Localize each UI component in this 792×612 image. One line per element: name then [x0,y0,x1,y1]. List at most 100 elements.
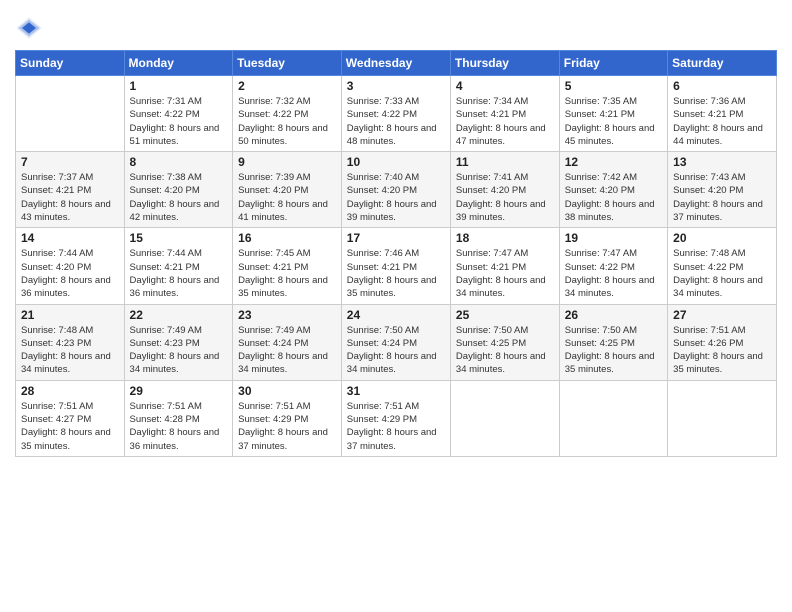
calendar-cell: 18 Sunrise: 7:47 AMSunset: 4:21 PMDayligh… [450,228,559,304]
day-number: 26 [565,308,662,322]
day-info: Sunrise: 7:48 AMSunset: 4:22 PMDaylight:… [673,247,771,300]
day-number: 22 [130,308,228,322]
calendar-cell [450,380,559,456]
day-number: 7 [21,155,119,169]
day-info: Sunrise: 7:46 AMSunset: 4:21 PMDaylight:… [347,247,445,300]
day-number: 1 [130,79,228,93]
day-info: Sunrise: 7:47 AMSunset: 4:21 PMDaylight:… [456,247,554,300]
day-info: Sunrise: 7:51 AMSunset: 4:27 PMDaylight:… [21,400,119,453]
day-number: 27 [673,308,771,322]
calendar-cell: 21 Sunrise: 7:48 AMSunset: 4:23 PMDayligh… [16,304,125,380]
day-info: Sunrise: 7:32 AMSunset: 4:22 PMDaylight:… [238,95,336,148]
day-number: 6 [673,79,771,93]
calendar-cell: 23 Sunrise: 7:49 AMSunset: 4:24 PMDayligh… [233,304,342,380]
day-number: 11 [456,155,554,169]
calendar-cell: 4 Sunrise: 7:34 AMSunset: 4:21 PMDaylight… [450,76,559,152]
logo [15,14,47,42]
weekday-header-row: SundayMondayTuesdayWednesdayThursdayFrid… [16,51,777,76]
day-info: Sunrise: 7:36 AMSunset: 4:21 PMDaylight:… [673,95,771,148]
calendar-cell: 2 Sunrise: 7:32 AMSunset: 4:22 PMDaylight… [233,76,342,152]
calendar-cell: 14 Sunrise: 7:44 AMSunset: 4:20 PMDayligh… [16,228,125,304]
calendar-cell: 15 Sunrise: 7:44 AMSunset: 4:21 PMDayligh… [124,228,233,304]
calendar-cell: 17 Sunrise: 7:46 AMSunset: 4:21 PMDayligh… [341,228,450,304]
day-info: Sunrise: 7:41 AMSunset: 4:20 PMDaylight:… [456,171,554,224]
day-info: Sunrise: 7:42 AMSunset: 4:20 PMDaylight:… [565,171,662,224]
day-info: Sunrise: 7:39 AMSunset: 4:20 PMDaylight:… [238,171,336,224]
calendar-week-row: 1 Sunrise: 7:31 AMSunset: 4:22 PMDaylight… [16,76,777,152]
day-number: 10 [347,155,445,169]
calendar-cell: 26 Sunrise: 7:50 AMSunset: 4:25 PMDayligh… [559,304,667,380]
weekday-header-tuesday: Tuesday [233,51,342,76]
day-info: Sunrise: 7:49 AMSunset: 4:24 PMDaylight:… [238,324,336,377]
day-info: Sunrise: 7:45 AMSunset: 4:21 PMDaylight:… [238,247,336,300]
calendar-cell: 10Sunrise: 7:40 AMSunset: 4:20 PMDayligh… [341,152,450,228]
logo-icon [15,14,43,42]
calendar-cell: 3 Sunrise: 7:33 AMSunset: 4:22 PMDaylight… [341,76,450,152]
weekday-header-saturday: Saturday [668,51,777,76]
calendar-week-row: 21 Sunrise: 7:48 AMSunset: 4:23 PMDayligh… [16,304,777,380]
day-number: 31 [347,384,445,398]
day-number: 17 [347,231,445,245]
day-number: 24 [347,308,445,322]
calendar-cell: 31 Sunrise: 7:51 AMSunset: 4:29 PMDayligh… [341,380,450,456]
calendar-cell: 20 Sunrise: 7:48 AMSunset: 4:22 PMDayligh… [668,228,777,304]
day-number: 23 [238,308,336,322]
day-number: 21 [21,308,119,322]
calendar-cell: 5Sunrise: 7:35 AMSunset: 4:21 PMDaylight… [559,76,667,152]
day-number: 5 [565,79,662,93]
day-number: 12 [565,155,662,169]
day-info: Sunrise: 7:50 AMSunset: 4:25 PMDaylight:… [565,324,662,377]
calendar-cell [668,380,777,456]
weekday-header-wednesday: Wednesday [341,51,450,76]
day-info: Sunrise: 7:47 AMSunset: 4:22 PMDaylight:… [565,247,662,300]
day-info: Sunrise: 7:50 AMSunset: 4:25 PMDaylight:… [456,324,554,377]
calendar-table: SundayMondayTuesdayWednesdayThursdayFrid… [15,50,777,457]
calendar-cell: 19Sunrise: 7:47 AMSunset: 4:22 PMDayligh… [559,228,667,304]
calendar-cell: 22Sunrise: 7:49 AMSunset: 4:23 PMDayligh… [124,304,233,380]
day-info: Sunrise: 7:44 AMSunset: 4:21 PMDaylight:… [130,247,228,300]
calendar-cell: 8Sunrise: 7:38 AMSunset: 4:20 PMDaylight… [124,152,233,228]
day-number: 4 [456,79,554,93]
calendar-cell [559,380,667,456]
day-info: Sunrise: 7:51 AMSunset: 4:28 PMDaylight:… [130,400,228,453]
day-info: Sunrise: 7:38 AMSunset: 4:20 PMDaylight:… [130,171,228,224]
day-number: 20 [673,231,771,245]
day-info: Sunrise: 7:37 AMSunset: 4:21 PMDaylight:… [21,171,119,224]
day-info: Sunrise: 7:51 AMSunset: 4:29 PMDaylight:… [347,400,445,453]
calendar-cell: 6 Sunrise: 7:36 AMSunset: 4:21 PMDaylight… [668,76,777,152]
day-number: 29 [130,384,228,398]
calendar-cell: 16Sunrise: 7:45 AMSunset: 4:21 PMDayligh… [233,228,342,304]
day-number: 28 [21,384,119,398]
weekday-header-sunday: Sunday [16,51,125,76]
calendar-cell: 13Sunrise: 7:43 AMSunset: 4:20 PMDayligh… [668,152,777,228]
day-number: 15 [130,231,228,245]
calendar-cell: 25Sunrise: 7:50 AMSunset: 4:25 PMDayligh… [450,304,559,380]
day-number: 18 [456,231,554,245]
calendar-cell: 1 Sunrise: 7:31 AMSunset: 4:22 PMDaylight… [124,76,233,152]
calendar-cell: 30 Sunrise: 7:51 AMSunset: 4:29 PMDayligh… [233,380,342,456]
day-info: Sunrise: 7:34 AMSunset: 4:21 PMDaylight:… [456,95,554,148]
calendar-cell: 27 Sunrise: 7:51 AMSunset: 4:26 PMDayligh… [668,304,777,380]
weekday-header-friday: Friday [559,51,667,76]
day-info: Sunrise: 7:48 AMSunset: 4:23 PMDaylight:… [21,324,119,377]
calendar-cell: 9Sunrise: 7:39 AMSunset: 4:20 PMDaylight… [233,152,342,228]
calendar-cell: 7 Sunrise: 7:37 AMSunset: 4:21 PMDaylight… [16,152,125,228]
day-number: 30 [238,384,336,398]
day-info: Sunrise: 7:43 AMSunset: 4:20 PMDaylight:… [673,171,771,224]
day-info: Sunrise: 7:51 AMSunset: 4:29 PMDaylight:… [238,400,336,453]
day-number: 2 [238,79,336,93]
weekday-header-monday: Monday [124,51,233,76]
day-info: Sunrise: 7:51 AMSunset: 4:26 PMDaylight:… [673,324,771,377]
calendar-cell: 29 Sunrise: 7:51 AMSunset: 4:28 PMDayligh… [124,380,233,456]
calendar-week-row: 28 Sunrise: 7:51 AMSunset: 4:27 PMDayligh… [16,380,777,456]
day-info: Sunrise: 7:50 AMSunset: 4:24 PMDaylight:… [347,324,445,377]
page-header [15,10,777,42]
calendar-cell [16,76,125,152]
weekday-header-thursday: Thursday [450,51,559,76]
calendar-cell: 28 Sunrise: 7:51 AMSunset: 4:27 PMDayligh… [16,380,125,456]
day-number: 14 [21,231,119,245]
day-info: Sunrise: 7:31 AMSunset: 4:22 PMDaylight:… [130,95,228,148]
day-info: Sunrise: 7:33 AMSunset: 4:22 PMDaylight:… [347,95,445,148]
day-number: 3 [347,79,445,93]
day-info: Sunrise: 7:44 AMSunset: 4:20 PMDaylight:… [21,247,119,300]
